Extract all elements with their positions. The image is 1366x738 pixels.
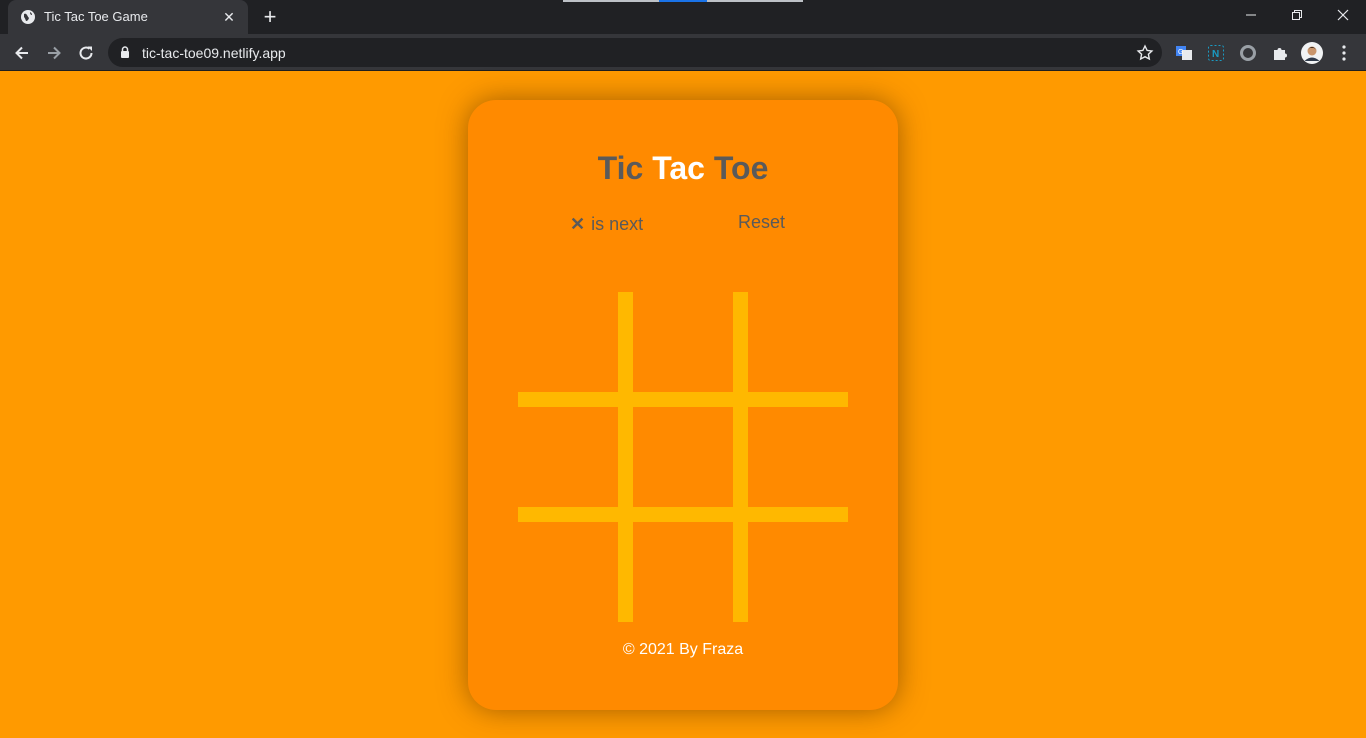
lock-icon	[119, 45, 131, 64]
plus-icon[interactable]: +	[258, 6, 282, 30]
tab-search-indicator	[659, 0, 707, 2]
menu-icon[interactable]	[1333, 42, 1355, 64]
translate-icon[interactable]: G	[1173, 42, 1195, 64]
close-icon[interactable]: ✕	[220, 8, 238, 26]
board-cell[interactable]	[518, 292, 625, 392]
globe-icon	[20, 9, 36, 25]
board-cell[interactable]	[518, 522, 625, 622]
board-cell[interactable]	[633, 292, 740, 392]
game-board	[518, 292, 848, 622]
board-cell[interactable]	[633, 522, 740, 622]
puzzle-icon[interactable]	[1269, 42, 1291, 64]
grid-line-horizontal	[518, 392, 848, 407]
svg-text:G: G	[1178, 49, 1183, 56]
profile-avatar[interactable]	[1301, 42, 1323, 64]
reload-icon[interactable]	[72, 39, 100, 67]
next-player-icon: ✕	[570, 214, 586, 234]
forward-icon[interactable]	[40, 39, 68, 67]
board-cell[interactable]	[748, 292, 855, 392]
board-cell[interactable]	[748, 407, 855, 507]
grid-line-vertical	[733, 292, 748, 622]
star-icon[interactable]	[1136, 44, 1154, 67]
extension-n-icon[interactable]: N	[1205, 42, 1227, 64]
tab-title: Tic Tac Toe Game	[44, 9, 148, 24]
turn-status-text: is next	[591, 214, 644, 234]
circle-icon[interactable]	[1237, 42, 1259, 64]
title-word: Tic	[597, 150, 644, 186]
game-card: Tic Tac Toe ✕ is next Reset © 2021 By Fr…	[468, 100, 898, 710]
window-close-button[interactable]	[1320, 0, 1366, 30]
turn-status: ✕ is next	[570, 214, 643, 235]
tab-search-indicator	[563, 0, 659, 2]
board-cell[interactable]	[748, 522, 855, 622]
board-cell[interactable]	[518, 407, 625, 507]
restore-button[interactable]	[1274, 0, 1320, 30]
game-title: Tic Tac Toe	[468, 150, 898, 187]
grid-line-vertical	[618, 292, 633, 622]
footer-credit: © 2021 By Fraza	[622, 641, 744, 658]
reset-button[interactable]: Reset	[738, 212, 785, 233]
tab-search-indicator	[707, 0, 803, 2]
title-word: Tac	[652, 150, 705, 186]
browser-tab[interactable]: Tic Tac Toe Game ✕	[8, 0, 248, 34]
url-text: tic-tac-toe09.netlify.app	[142, 45, 286, 61]
address-bar[interactable]: tic-tac-toe09.netlify.app	[108, 38, 1162, 67]
back-icon[interactable]	[8, 39, 36, 67]
browser-toolbar: tic-tac-toe09.netlify.app G N	[0, 34, 1366, 71]
board-cell[interactable]	[633, 407, 740, 507]
title-word: Toe	[713, 150, 769, 186]
svg-text:N: N	[1212, 49, 1219, 60]
grid-line-horizontal	[518, 507, 848, 522]
browser-tabstrip: Tic Tac Toe Game ✕ +	[0, 0, 1366, 34]
minimize-button[interactable]	[1228, 0, 1274, 30]
